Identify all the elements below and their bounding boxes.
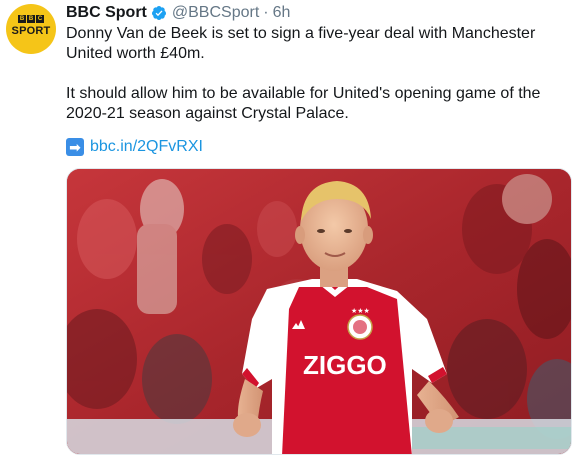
bbc-logo-letter: B [18,15,26,23]
tweet-photo[interactable]: ★★★ ZIGGO [66,168,572,455]
handle[interactable]: @BBCSport [172,4,259,22]
tweet-text: Donny Van de Beek is set to sign a five-… [66,24,571,124]
tweet-paragraph: Donny Van de Beek is set to sign a five-… [66,25,536,62]
display-name[interactable]: BBC Sport [66,4,147,22]
timestamp[interactable]: 6h [273,4,291,22]
bbc-logo-letter: C [36,15,44,23]
svg-text:★★★: ★★★ [351,307,370,315]
verified-badge-icon [151,5,167,21]
avatar-sport-text: SPORT [11,25,51,37]
tweet-link[interactable]: bbc.in/2QFvRXI [90,138,203,156]
footballer-photo: ★★★ ZIGGO [67,169,571,454]
tweet-link-row: ➡ bbc.in/2QFvRXI [66,136,203,158]
tweet-header: BBC Sport @BBCSport · 6h [66,3,290,23]
bbc-logo-letter: B [27,15,35,23]
separator-dot: · [263,4,269,21]
right-arrow-emoji-icon: ➡ [66,138,84,156]
tweet-paragraph: It should allow him to be available for … [66,85,541,122]
avatar[interactable]: B B C SPORT [6,4,56,54]
shirt-sponsor-text: ZIGGO [303,350,387,380]
bbc-logo: B B C [6,15,56,23]
